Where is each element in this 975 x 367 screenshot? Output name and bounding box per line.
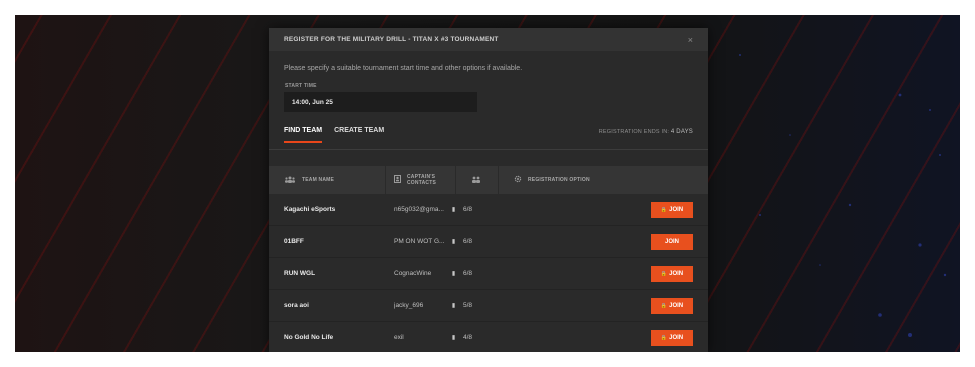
team-name: No Gold No Life xyxy=(284,334,334,341)
captain-contact: jacky_696 xyxy=(394,302,424,309)
team-icon xyxy=(284,176,296,185)
team-name: 01BFF xyxy=(284,238,304,245)
captain-contact: PM ON WOT G... xyxy=(394,238,444,245)
tabs-bar: FIND TEAM CREATE TEAM REGISTRATION ENDS … xyxy=(269,127,708,150)
captain-contact: n65g032@gma... xyxy=(394,206,444,213)
column-team-name: TEAM NAME xyxy=(269,166,386,194)
background-particles xyxy=(739,54,947,337)
close-icon[interactable]: × xyxy=(688,35,693,45)
join-button[interactable]: 🔒 JOIN xyxy=(651,201,693,218)
player-count: 6/8 xyxy=(463,206,473,213)
table-row: sora aoi jacky_696 ▮ 5/8 🔒 JOIN xyxy=(269,290,708,322)
player-count: 6/8 xyxy=(463,238,473,245)
copy-icon[interactable]: ▮ xyxy=(444,206,463,213)
join-button-label: JOIN xyxy=(669,270,684,277)
start-time-select[interactable]: 14:00, Jun 25 xyxy=(284,92,477,112)
player-count: 6/8 xyxy=(463,270,473,277)
captain-contact: CognacWine xyxy=(394,270,432,277)
column-players xyxy=(456,166,499,194)
team-name: Kagachi eSports xyxy=(284,206,336,213)
join-button[interactable]: 🔒 JOIN xyxy=(651,329,693,346)
column-team-name-label: TEAM NAME xyxy=(302,177,335,183)
join-button[interactable]: JOIN xyxy=(651,233,693,250)
players-icon xyxy=(471,176,481,185)
gear-icon xyxy=(514,175,522,185)
registration-modal: REGISTER FOR THE MILITARY DRILL - TITAN … xyxy=(269,28,708,352)
tab-find-team[interactable]: FIND TEAM xyxy=(284,127,323,143)
join-button-label: JOIN xyxy=(669,334,684,341)
modal-header: REGISTER FOR THE MILITARY DRILL - TITAN … xyxy=(269,28,708,51)
join-button-label: JOIN xyxy=(664,238,679,245)
copy-icon[interactable]: ▮ xyxy=(444,302,463,309)
modal-title: REGISTER FOR THE MILITARY DRILL - TITAN … xyxy=(284,36,499,43)
captain-contact: exil xyxy=(394,334,404,341)
lock-icon: 🔒 xyxy=(660,302,668,309)
join-button[interactable]: 🔒 JOIN xyxy=(651,265,693,282)
join-button-label: JOIN xyxy=(669,206,684,213)
team-name: RUN WGL xyxy=(284,270,316,277)
copy-icon[interactable]: ▮ xyxy=(444,334,463,341)
copy-icon[interactable]: ▮ xyxy=(444,238,463,245)
registration-ends-label: REGISTRATION ENDS IN: xyxy=(598,129,670,135)
player-count: 5/8 xyxy=(463,302,473,309)
contact-card-icon xyxy=(394,175,401,185)
tab-create-team[interactable]: CREATE TEAM xyxy=(334,127,384,143)
column-captains-contacts: CAPTAIN'S CONTACTS xyxy=(386,166,456,194)
copy-icon[interactable]: ▮ xyxy=(444,270,463,277)
table-row: No Gold No Life exil ▮ 4/8 🔒 JOIN xyxy=(269,322,708,352)
column-registration-option-label: REGISTRATION OPTION xyxy=(528,177,590,183)
column-captains-contacts-label: CAPTAIN'S CONTACTS xyxy=(407,174,437,186)
team-name: sora aoi xyxy=(284,302,309,309)
table-row: Kagachi eSports n65g032@gma... ▮ 6/8 🔒 JO… xyxy=(269,194,708,226)
table-header: TEAM NAME CAPTAIN'S CONTACTS REGISTRATIO… xyxy=(269,166,708,194)
lock-icon: 🔒 xyxy=(660,270,668,277)
player-count: 4/8 xyxy=(463,334,473,341)
table-row: RUN WGL CognacWine ▮ 6/8 🔒 JOIN xyxy=(269,258,708,290)
lock-icon: 🔒 xyxy=(660,206,668,213)
registration-ends-value: 4 DAYS xyxy=(670,129,693,135)
page-background: REGISTER FOR THE MILITARY DRILL - TITAN … xyxy=(15,15,960,352)
column-registration-option: REGISTRATION OPTION xyxy=(499,166,708,194)
join-button[interactable]: 🔒 JOIN xyxy=(651,297,693,314)
table-row: 01BFF PM ON WOT G... ▮ 6/8 JOIN xyxy=(269,226,708,258)
start-time-label: START TIME xyxy=(285,83,317,89)
join-button-label: JOIN xyxy=(669,302,684,309)
registration-ends: REGISTRATION ENDS IN: 4 DAYS xyxy=(599,127,693,135)
lock-icon: 🔒 xyxy=(660,334,668,341)
modal-description: Please specify a suitable tournament sta… xyxy=(284,65,523,72)
